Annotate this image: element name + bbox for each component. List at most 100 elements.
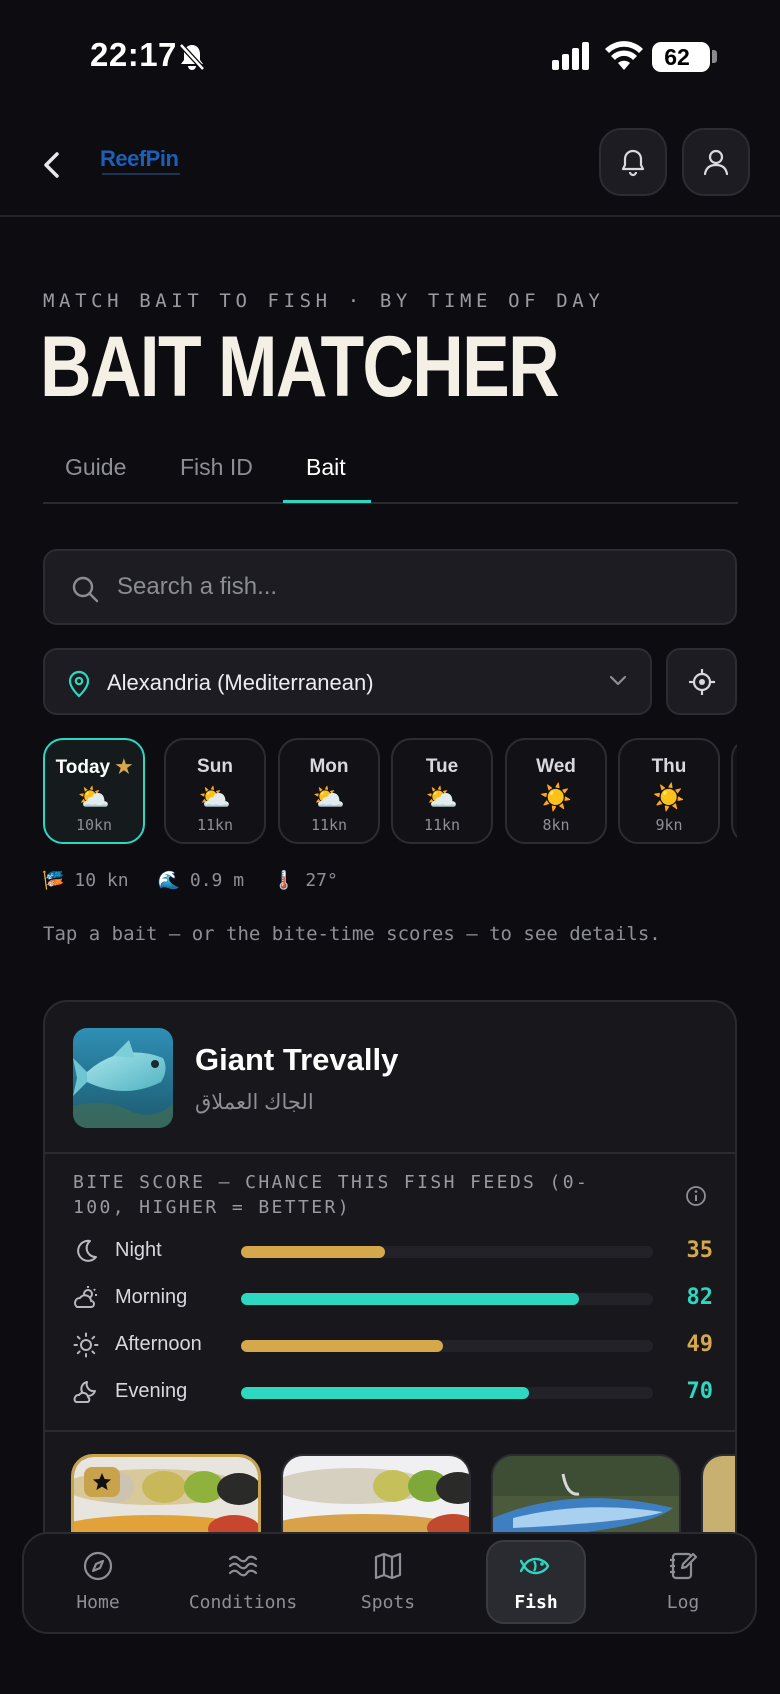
nav-fish[interactable]: Fish	[486, 1540, 586, 1624]
partly-cloudy-icon: ⛅	[425, 782, 459, 812]
sun-icon: ☀️	[652, 782, 686, 812]
nav-label: Home	[76, 1592, 120, 1613]
tab-guide[interactable]: Guide	[65, 454, 126, 481]
bite-row-afternoon[interactable]: Afternoon 49	[73, 1330, 713, 1360]
sun-icon: ☀️	[539, 782, 573, 812]
signal-icon	[552, 42, 589, 70]
bite-bar-fill	[241, 1340, 443, 1352]
day-name: Thu	[651, 756, 687, 777]
nav-home[interactable]: Home	[48, 1540, 148, 1624]
compass-icon	[83, 1551, 113, 1581]
bite-bar-track	[241, 1293, 653, 1305]
back-chevron-icon[interactable]	[36, 148, 70, 182]
sunrise-icon	[74, 1286, 97, 1308]
battery-indicator: 62	[652, 42, 710, 72]
profile-button[interactable]	[682, 128, 750, 196]
nav-label: Conditions	[188, 1592, 298, 1613]
location-pin-icon	[68, 670, 90, 698]
hint-text: Tap a bait — or the bite-time scores — t…	[43, 923, 661, 945]
day-card-partial[interactable]	[731, 738, 737, 844]
nav-log[interactable]: Log	[633, 1540, 733, 1624]
info-icon[interactable]	[685, 1185, 707, 1207]
day-card-today[interactable]: Today ★ ⛅ 10kn	[43, 738, 145, 844]
sun-icon	[73, 1332, 99, 1358]
star-icon	[84, 1467, 120, 1497]
bite-bar-track	[241, 1340, 653, 1352]
status-time: 22:17	[90, 36, 177, 73]
locate-me-button[interactable]	[666, 648, 737, 715]
crosshair-icon	[688, 668, 715, 695]
battery-level: 62	[664, 44, 690, 70]
logo-tagline	[102, 173, 180, 175]
location-select[interactable]: Alexandria (Mediterranean)	[43, 648, 652, 715]
day-wind: 8kn	[542, 816, 570, 834]
partly-cloudy-icon: ⛅	[198, 782, 232, 812]
conditions-summary: 🎏 10 kn 🌊 0.9 m 🌡️ 27°	[42, 870, 356, 896]
nav-spots[interactable]: Spots	[338, 1540, 438, 1624]
chevron-down-icon	[609, 675, 627, 686]
search-input[interactable]	[117, 551, 717, 623]
notifications-button[interactable]	[599, 128, 667, 196]
day-card-tue[interactable]: Tue ⛅ 11kn	[391, 738, 493, 844]
sunset-icon	[73, 1381, 96, 1403]
page-title: BAIT MATCHER	[40, 319, 560, 415]
fish-icon	[520, 1557, 550, 1575]
map-icon	[374, 1552, 402, 1580]
bite-bar-track	[241, 1246, 653, 1258]
page-eyebrow: MATCH BAIT TO FISH · BY TIME OF DAY	[43, 290, 605, 312]
waves-icon	[228, 1555, 258, 1577]
nav-label: Log	[666, 1592, 700, 1613]
day-card-mon[interactable]: Mon ⛅ 11kn	[278, 738, 380, 844]
bite-time-label: Morning	[115, 1286, 188, 1308]
app-header: ReefPin	[0, 112, 780, 217]
nav-label: Spots	[360, 1592, 416, 1613]
active-tab-indicator	[283, 500, 371, 503]
giant-trevally-image	[73, 1028, 173, 1128]
day-card-thu[interactable]: Thu ☀️ 9kn	[618, 738, 720, 844]
bite-score-value: 70	[686, 1379, 714, 1404]
day-wind: 11kn	[423, 816, 461, 834]
bite-bar-track	[241, 1387, 653, 1399]
partly-cloudy-icon: ⛅	[77, 782, 111, 812]
day-name: Wed	[536, 756, 576, 777]
day-name: Sun	[197, 756, 233, 777]
wind-flag-icon: 🎏	[42, 870, 65, 891]
status-bar: 22:17 62	[0, 0, 780, 112]
wifi-icon	[605, 41, 643, 70]
fish-arabic-name: الجاك العملاق	[195, 1091, 314, 1114]
day-wind: 9kn	[655, 816, 683, 834]
card-divider	[45, 1430, 735, 1432]
logo-text: ReefPin	[100, 146, 179, 171]
tab-fish-id[interactable]: Fish ID	[180, 454, 253, 481]
day-wind: 11kn	[196, 816, 234, 834]
bite-row-night[interactable]: Night 35	[73, 1236, 713, 1266]
bite-time-label: Afternoon	[115, 1333, 202, 1355]
search-box	[43, 549, 737, 625]
fish-name: Giant Trevally	[195, 1042, 399, 1077]
moon-icon	[77, 1239, 97, 1262]
day-card-wed[interactable]: Wed ☀️ 8kn	[505, 738, 607, 844]
wave-icon: 🌊	[157, 870, 180, 891]
bite-time-label: Evening	[115, 1380, 188, 1402]
bite-row-evening[interactable]: Evening 70	[73, 1377, 713, 1407]
bottom-nav: Home Conditions Spots Fish Log	[22, 1532, 757, 1634]
fish-photo[interactable]	[73, 1028, 173, 1128]
wave-condition: 🌊 0.9 m	[157, 870, 245, 891]
tab-bait[interactable]: Bait	[306, 454, 346, 481]
bite-row-morning[interactable]: Morning 82	[73, 1283, 713, 1313]
nav-conditions[interactable]: Conditions	[189, 1540, 297, 1624]
battery-cap	[712, 50, 717, 63]
day-card-sun[interactable]: Sun ⛅ 11kn	[164, 738, 266, 844]
thermometer-icon: 🌡️	[272, 870, 296, 891]
bite-score-value: 82	[686, 1285, 714, 1310]
bite-score-label: BITE SCORE — CHANCE THIS FISH FEEDS (0-1…	[73, 1172, 590, 1218]
day-selector: Today ★ ⛅ 10kn Sun ⛅ 11kn Mon ⛅ 11kn Tue…	[43, 738, 737, 846]
day-wind: 10kn	[75, 816, 113, 834]
star-icon: ★	[115, 757, 133, 778]
app-logo: ReefPin	[100, 146, 200, 186]
bite-bar-fill	[241, 1293, 579, 1305]
user-icon	[703, 149, 729, 176]
temp-condition: 🌡️ 27°	[272, 870, 338, 891]
bell-muted-icon	[179, 43, 205, 71]
tab-bar: Guide Fish ID Bait	[43, 440, 738, 504]
